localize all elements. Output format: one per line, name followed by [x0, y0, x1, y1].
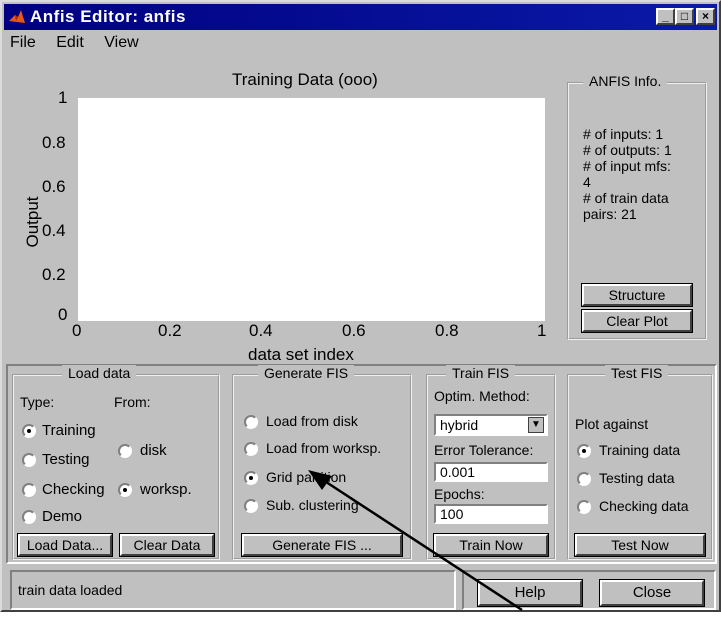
status-text: train data loaded — [18, 582, 123, 598]
gen-load-worksp-radio[interactable] — [244, 442, 258, 456]
minimize-icon[interactable]: _ — [656, 8, 675, 25]
anfis-info-title: ANFIS Info. — [583, 73, 668, 89]
training-data-plot — [78, 98, 545, 321]
generate-fis-title: Generate FIS — [258, 365, 355, 381]
load-data-button[interactable]: Load Data... — [17, 533, 113, 557]
load-data-panel: Load data Type: From: Training Testing C… — [12, 365, 220, 560]
info-line: # of input mfs: — [583, 158, 671, 174]
gen-sub-clustering-radio[interactable] — [244, 499, 258, 513]
test-testing-label[interactable]: Testing data — [599, 470, 675, 486]
menu-bar: File Edit View — [10, 34, 155, 52]
test-fis-title: Test FIS — [605, 365, 669, 381]
x-tick: 0.4 — [249, 321, 273, 340]
anfis-editor-window: Anfis Editor: anfis _ □ × File Edit View… — [0, 0, 721, 612]
menu-edit[interactable]: Edit — [56, 34, 84, 51]
dropdown-arrow-icon[interactable]: ▼ — [528, 417, 544, 433]
plot-y-label: Output — [23, 196, 42, 248]
optim-method-select[interactable]: hybrid ▼ — [434, 414, 548, 436]
annotation-arrow-icon — [308, 470, 523, 612]
clear-plot-button[interactable]: Clear Plot — [581, 309, 693, 333]
structure-button[interactable]: Structure — [581, 283, 693, 307]
matlab-logo-icon — [9, 10, 25, 23]
y-tick: 1 — [58, 88, 68, 107]
gen-grid-partition-radio[interactable] — [244, 471, 258, 485]
close-button[interactable]: Close — [599, 579, 705, 607]
type-testing-label[interactable]: Testing — [42, 451, 90, 468]
maximize-icon[interactable]: □ — [675, 8, 694, 25]
from-disk-radio[interactable] — [118, 444, 132, 458]
y-tick: 0.4 — [42, 221, 66, 240]
from-workspace-radio[interactable] — [118, 483, 132, 497]
menu-file[interactable]: File — [10, 34, 36, 51]
type-checking-label[interactable]: Checking — [42, 481, 105, 498]
y-tick: 0 — [58, 305, 68, 324]
info-line: # of train data — [583, 190, 669, 206]
info-line: pairs: 21 — [583, 206, 637, 222]
info-line: 4 — [583, 174, 591, 190]
test-now-button[interactable]: Test Now — [574, 533, 706, 557]
error-tolerance-label: Error Tolerance: — [434, 442, 534, 458]
info-line: # of outputs: 1 — [583, 142, 672, 158]
test-fis-panel: Test FIS Plot against Training data Test… — [567, 365, 713, 560]
anfis-info-panel: ANFIS Info. # of inputs: 1 # of outputs:… — [567, 73, 707, 340]
x-tick: 0.6 — [342, 321, 366, 340]
optim-method-value: hybrid — [440, 417, 479, 433]
x-tick: 1 — [537, 321, 547, 340]
x-tick: 0.2 — [158, 321, 182, 340]
plot-against-label: Plot against — [575, 416, 649, 432]
type-testing-radio[interactable] — [22, 453, 36, 467]
load-data-title: Load data — [62, 365, 137, 381]
from-disk-label[interactable]: disk — [140, 442, 167, 459]
y-tick: 0.8 — [42, 133, 66, 152]
window-title: Anfis Editor: anfis — [30, 7, 186, 26]
info-line: # of inputs: 1 — [583, 126, 664, 142]
title-bar[interactable]: Anfis Editor: anfis _ □ × — [4, 4, 717, 30]
type-checking-radio[interactable] — [22, 483, 36, 497]
from-label: From: — [114, 394, 151, 410]
type-demo-label[interactable]: Demo — [42, 508, 82, 525]
test-checking-label[interactable]: Checking data — [599, 498, 689, 514]
clear-data-button[interactable]: Clear Data — [119, 533, 215, 557]
y-tick: 0.2 — [42, 265, 66, 284]
test-training-label[interactable]: Training data — [599, 442, 680, 458]
type-label: Type: — [20, 394, 55, 410]
gen-load-worksp-label[interactable]: Load from worksp. — [266, 440, 381, 456]
from-workspace-label[interactable]: worksp. — [140, 481, 192, 498]
test-testing-radio[interactable] — [577, 472, 591, 486]
type-training-label[interactable]: Training — [42, 422, 96, 439]
train-fis-title: Train FIS — [446, 365, 516, 381]
plot-x-label: data set index — [248, 345, 354, 364]
test-checking-radio[interactable] — [577, 500, 591, 514]
gen-load-disk-label[interactable]: Load from disk — [266, 413, 358, 429]
plot-title: Training Data (ooo) — [232, 70, 378, 89]
y-tick: 0.6 — [42, 177, 66, 196]
optim-method-label: Optim. Method: — [434, 388, 530, 404]
gen-load-disk-radio[interactable] — [244, 415, 258, 429]
menu-view[interactable]: View — [104, 34, 138, 51]
x-tick: 0 — [72, 321, 82, 340]
type-demo-radio[interactable] — [22, 510, 36, 524]
type-training-radio[interactable] — [22, 424, 36, 438]
test-training-radio[interactable] — [577, 444, 591, 458]
x-tick: 0.8 — [435, 321, 459, 340]
close-window-icon[interactable]: × — [696, 8, 715, 25]
